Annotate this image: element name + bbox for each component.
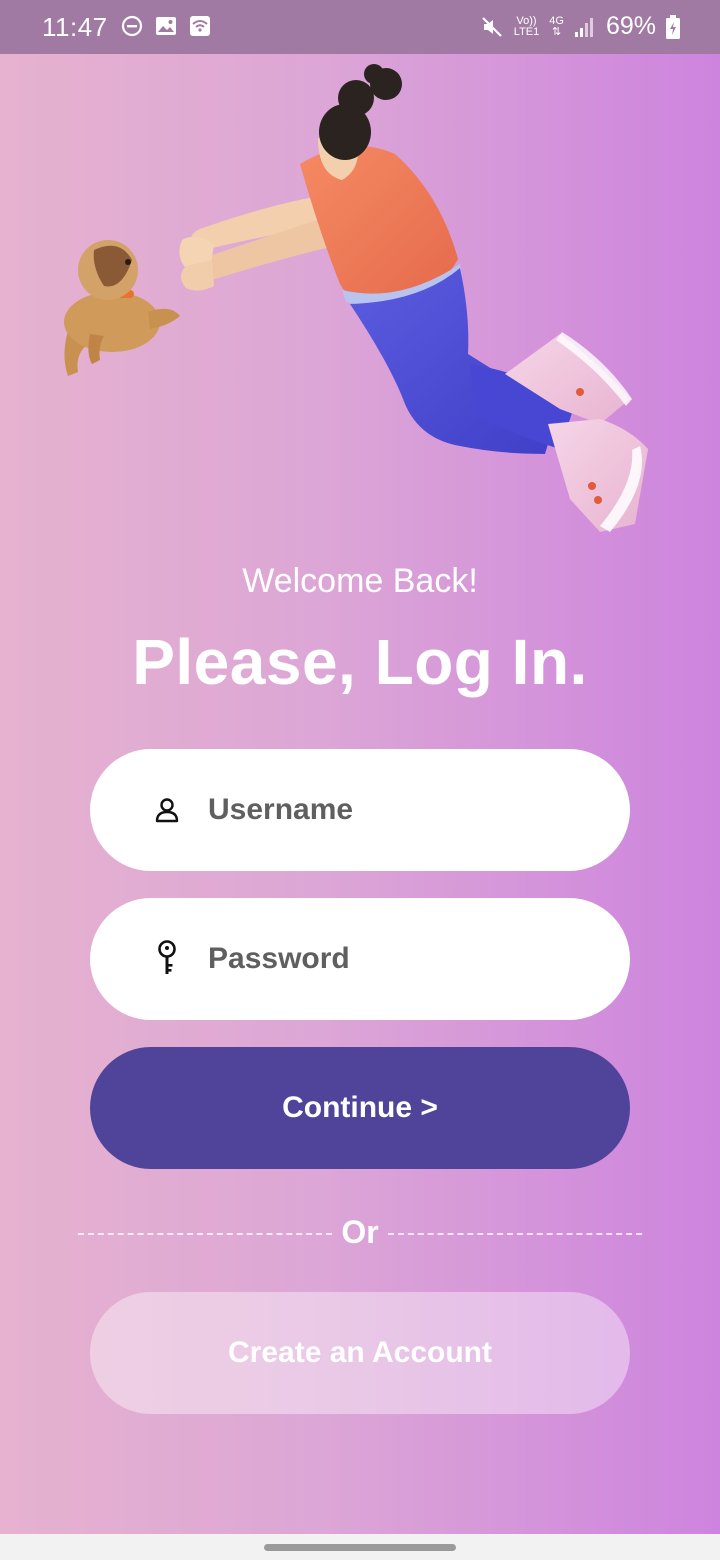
continue-button[interactable]: Continue >: [90, 1047, 630, 1169]
password-placeholder: Password: [208, 942, 350, 975]
mute-icon: [482, 16, 502, 37]
status-left-icons: [120, 14, 212, 38]
navigation-bar: [0, 1534, 720, 1560]
girl-illustration: [179, 64, 648, 532]
username-placeholder: Username: [208, 793, 354, 826]
username-field[interactable]: Username: [90, 749, 630, 871]
key-icon: [158, 940, 176, 974]
battery-percentage: 69%: [605, 12, 656, 40]
or-divider: Or: [78, 1210, 642, 1256]
signal-icon: [574, 17, 593, 37]
girl-chasing-dog-illustration: [64, 64, 648, 532]
wifi-calling-icon: [190, 16, 210, 36]
user-icon: [155, 798, 179, 823]
password-field[interactable]: Password: [90, 898, 630, 1020]
image-icon: [156, 17, 176, 35]
network-type-4g: 4G ⇅: [549, 14, 564, 38]
page-title: Please, Log In.: [132, 626, 588, 698]
status-bar: 11:47 Vo)) LTE1 4G ⇅ 69%: [0, 0, 720, 54]
battery-icon: [666, 14, 680, 39]
status-time: 11:47: [42, 12, 108, 42]
login-screen: 11:47 Vo)) LTE1 4G ⇅ 69% Welcome Back! P…: [0, 0, 720, 1534]
or-label: Or: [341, 1214, 379, 1250]
create-account-button[interactable]: Create an Account: [90, 1292, 630, 1414]
status-right: Vo)) LTE1 4G ⇅ 69%: [480, 12, 680, 41]
do-not-disturb-icon: [121, 15, 143, 37]
home-gesture-handle[interactable]: [264, 1544, 456, 1551]
network-type-volte: Vo)) LTE1: [513, 14, 540, 38]
welcome-text: Welcome Back!: [242, 562, 478, 600]
dog-illustration: [64, 240, 180, 376]
